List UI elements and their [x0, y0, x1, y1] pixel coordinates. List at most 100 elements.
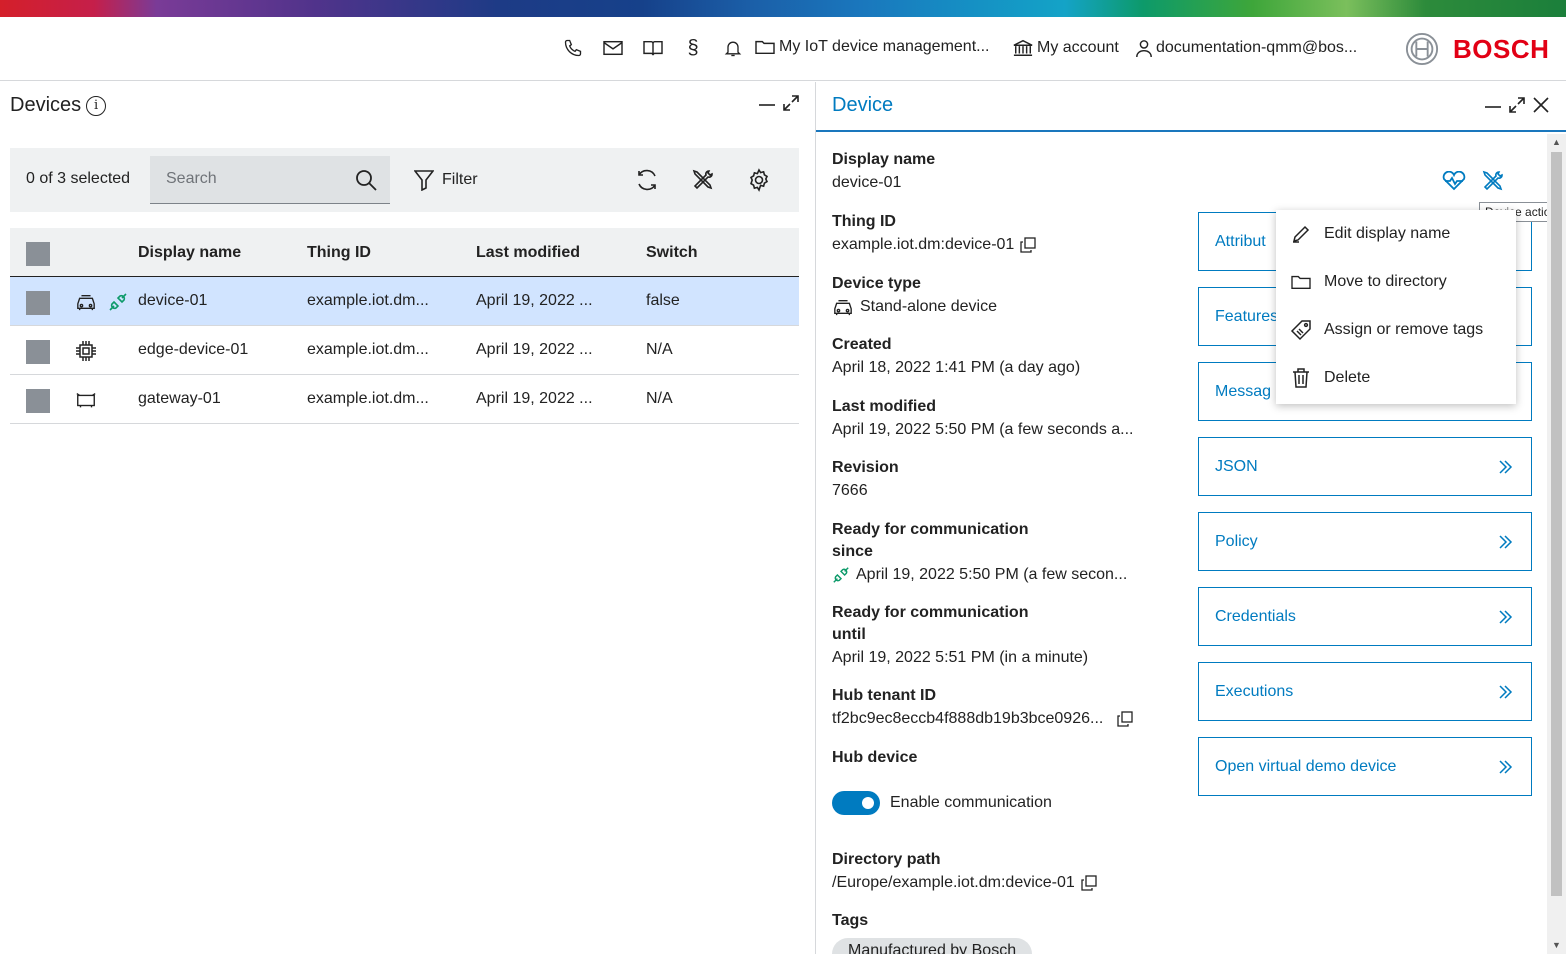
devices-title: Devices i	[10, 94, 107, 117]
column-header-last-modified[interactable]: Last modified	[476, 244, 580, 262]
table-row[interactable]: edge-device-01 example.iot.dm... April 1…	[10, 326, 799, 375]
minimize-icon[interactable]	[1484, 96, 1502, 114]
row-checkbox[interactable]	[26, 291, 50, 315]
menu-item-delete[interactable]: Delete	[1276, 354, 1516, 402]
copy-icon[interactable]	[1020, 236, 1036, 253]
hub-device-field: Hub device	[832, 749, 918, 766]
table-row[interactable]: device-01 example.iot.dm... April 19, 20…	[10, 277, 799, 326]
chip-icon	[75, 340, 97, 362]
row-checkbox[interactable]	[26, 340, 50, 364]
brand-supergraphic	[0, 0, 1566, 17]
scroll-down-icon[interactable]: ▼	[1552, 940, 1561, 950]
ready-until-field: Ready for communication until April 19, …	[832, 604, 1089, 666]
created-field: Created April 18, 2022 1:41 PM (a day ag…	[832, 336, 1081, 376]
expand-icon[interactable]	[1508, 96, 1526, 114]
column-header-display-name[interactable]: Display name	[138, 244, 241, 262]
nav-card-executions[interactable]: Executions	[1198, 662, 1532, 721]
devices-toolbar: 0 of 3 selected Filter	[10, 148, 799, 212]
settings-gear-icon[interactable]	[746, 167, 772, 193]
device-window-controls	[1484, 96, 1550, 114]
car-icon	[834, 299, 852, 315]
table-row[interactable]: gateway-01 example.iot.dm... April 19, 2…	[10, 375, 799, 424]
bosch-armature-icon	[1405, 32, 1439, 66]
devices-table: Display name Thing ID Last modified Swit…	[10, 228, 799, 424]
connected-plug-icon	[833, 566, 849, 583]
mail-icon[interactable]	[602, 37, 624, 59]
copy-icon[interactable]	[1117, 710, 1133, 727]
devices-panel: Devices i 0 of 3 selected Filter	[0, 82, 808, 954]
double-chevron-right-icon	[1499, 609, 1513, 624]
gateway-icon	[75, 389, 97, 411]
copy-icon[interactable]	[1081, 874, 1097, 891]
nav-card-policy[interactable]: Policy	[1198, 512, 1532, 571]
my-account-link[interactable]: My account	[1012, 38, 1119, 58]
close-icon[interactable]	[1532, 96, 1550, 114]
user-icon	[1136, 40, 1152, 58]
menu-item-move-to-directory[interactable]: Move to directory	[1276, 258, 1516, 306]
column-header-switch[interactable]: Switch	[646, 244, 698, 262]
top-bar: § My IoT device management... My account…	[0, 17, 1566, 81]
double-chevron-right-icon	[1499, 534, 1513, 549]
toggle-switch[interactable]	[832, 791, 880, 815]
row-checkbox[interactable]	[26, 389, 50, 413]
device-panel-scrollbar[interactable]: ▲ ▼	[1547, 134, 1566, 954]
nav-card-json[interactable]: JSON	[1198, 437, 1532, 496]
ready-since-field: Ready for communication since April 19, …	[832, 521, 1128, 583]
phone-icon[interactable]	[562, 37, 584, 59]
devices-window-controls	[758, 94, 800, 112]
bosch-logo: BOSCH	[1405, 32, 1549, 66]
pencil-icon	[1290, 223, 1312, 245]
tags-field: Tags	[832, 912, 869, 929]
minimize-icon[interactable]	[758, 94, 776, 112]
device-panel-header: Device	[816, 82, 1566, 132]
scroll-up-icon[interactable]: ▲	[1552, 137, 1561, 147]
select-all-checkbox[interactable]	[26, 242, 50, 266]
book-icon[interactable]	[642, 37, 664, 59]
info-icon[interactable]: i	[86, 95, 107, 116]
tag-icon	[1290, 319, 1312, 341]
table-header: Display name Thing ID Last modified Swit…	[10, 228, 799, 277]
expand-icon[interactable]	[782, 94, 800, 112]
directory-link[interactable]: My IoT device management...	[754, 38, 989, 56]
filter-button[interactable]: Filter	[414, 162, 478, 198]
device-actions-menu: Edit display name Move to directory Assi…	[1276, 210, 1516, 404]
tools-icon[interactable]	[690, 167, 716, 193]
thing-id-field: Thing ID example.iot.dm:device-01	[832, 211, 1036, 256]
user-link[interactable]: documentation-qmm@bos...	[1135, 38, 1357, 58]
device-actions-tools-icon[interactable]	[1481, 169, 1505, 193]
device-header-actions	[1441, 169, 1505, 193]
menu-item-edit-display-name[interactable]: Edit display name	[1276, 210, 1516, 258]
trash-icon	[1290, 367, 1312, 389]
search-field[interactable]	[150, 156, 390, 204]
directory-path-field: Directory path /Europe/example.iot.dm:de…	[832, 849, 1097, 894]
revision-field: Revision 7666	[832, 459, 899, 499]
nav-card-open-virtual-demo-device[interactable]: Open virtual demo device	[1198, 737, 1532, 796]
last-modified-field: Last modified April 19, 2022 5:50 PM (a …	[832, 398, 1134, 438]
search-icon[interactable]	[354, 168, 378, 197]
scroll-thumb[interactable]	[1551, 152, 1562, 896]
connected-plug-icon	[107, 291, 129, 313]
enable-communication-toggle[interactable]: Enable communication	[832, 791, 1052, 815]
column-header-thing-id[interactable]: Thing ID	[307, 244, 371, 262]
selection-count: 0 of 3 selected	[26, 170, 131, 187]
double-chevron-right-icon	[1499, 759, 1513, 774]
device-panel-title: Device	[832, 94, 894, 116]
device-type-field: Device type Stand-alone device	[832, 275, 997, 315]
search-input[interactable]	[150, 156, 340, 202]
bell-icon[interactable]	[722, 37, 744, 59]
car-icon	[75, 291, 97, 313]
refresh-icon[interactable]	[634, 167, 660, 193]
bank-icon	[1013, 39, 1033, 56]
filter-icon	[414, 170, 434, 191]
menu-item-assign-or-remove-tags[interactable]: Assign or remove tags	[1276, 306, 1516, 354]
display-name-field: Display name device-01	[832, 151, 936, 191]
double-chevron-right-icon	[1499, 459, 1513, 474]
double-chevron-right-icon	[1499, 684, 1513, 699]
tag-chip[interactable]: Manufactured by Bosch	[832, 938, 1033, 954]
nav-card-credentials[interactable]: Credentials	[1198, 587, 1532, 646]
heartbeat-icon[interactable]	[1441, 171, 1467, 191]
legal-section-icon[interactable]: §	[682, 37, 704, 59]
device-panel: Device Display name device-01 Thing ID e…	[816, 82, 1566, 954]
hub-tenant-field: Hub tenant ID tf2bc9ec8eccb4f888db19b3bc…	[832, 685, 1133, 730]
folder-icon	[755, 40, 775, 55]
